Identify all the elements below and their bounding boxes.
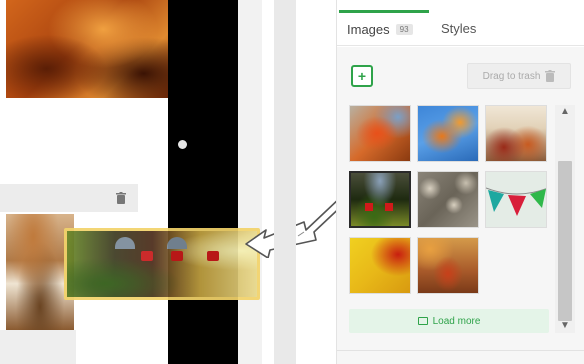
scroll-down-icon[interactable]: ▼ xyxy=(559,321,571,331)
thumbnail-scrollbar[interactable]: ▲ ▼ xyxy=(555,105,575,333)
panel-divider[interactable] xyxy=(274,0,296,364)
scroll-thumb[interactable] xyxy=(558,161,572,321)
lantern-roof xyxy=(115,237,135,249)
panel-tabs: Images 93 Styles xyxy=(337,10,584,46)
lantern xyxy=(385,203,393,211)
lantern xyxy=(171,251,183,261)
lantern-roof xyxy=(167,237,187,249)
thumbnail-bunting[interactable] xyxy=(485,171,547,228)
drag-to-trash-label: Drag to trash xyxy=(482,70,541,82)
tab-styles-label: Styles xyxy=(441,20,477,36)
thumbnail-lanterns[interactable] xyxy=(349,171,411,228)
drag-to-trash-button[interactable]: Drag to trash xyxy=(467,63,571,89)
tab-images[interactable]: Images 93 xyxy=(339,10,429,46)
autumn-photo-block[interactable] xyxy=(6,0,168,98)
plus-icon: + xyxy=(357,68,367,84)
bunting-flags-icon xyxy=(486,187,546,216)
canvas-bottom-strip xyxy=(0,330,76,364)
thumbnail-autumn-leaves[interactable] xyxy=(349,105,411,162)
trash-icon xyxy=(545,70,556,82)
resize-handle[interactable] xyxy=(178,140,187,149)
panel-bottom-divider xyxy=(337,350,584,351)
thumbnail-table-setting[interactable] xyxy=(485,105,547,162)
thumbnail-leaves-sky[interactable] xyxy=(417,105,479,162)
dragged-image[interactable] xyxy=(64,228,260,300)
lantern xyxy=(141,251,153,261)
images-panel: Images 93 Styles + Drag to trash ▲ ▼ Loa… xyxy=(336,0,584,364)
lantern xyxy=(207,251,219,261)
image-icon xyxy=(417,317,428,325)
tab-images-label: Images xyxy=(347,22,390,37)
thumbnail-red-leaf[interactable] xyxy=(349,237,411,294)
block-toolbar xyxy=(0,184,138,212)
black-column-block[interactable] xyxy=(168,0,238,364)
editor-canvas xyxy=(0,0,262,364)
load-more-label: Load more xyxy=(432,315,481,327)
load-more-button[interactable]: Load more xyxy=(349,309,549,333)
tab-styles[interactable]: Styles xyxy=(439,10,476,46)
images-panel-body: + Drag to trash ▲ ▼ Load more xyxy=(337,47,584,364)
lantern xyxy=(365,203,373,211)
trash-icon[interactable] xyxy=(116,192,126,204)
thumbnail-fallen-leaf[interactable] xyxy=(417,237,479,294)
add-image-button[interactable]: + xyxy=(351,65,373,87)
thumbnail-pebbles[interactable] xyxy=(417,171,479,228)
images-count-badge: 93 xyxy=(395,24,413,35)
scroll-up-icon[interactable]: ▲ xyxy=(559,107,571,117)
